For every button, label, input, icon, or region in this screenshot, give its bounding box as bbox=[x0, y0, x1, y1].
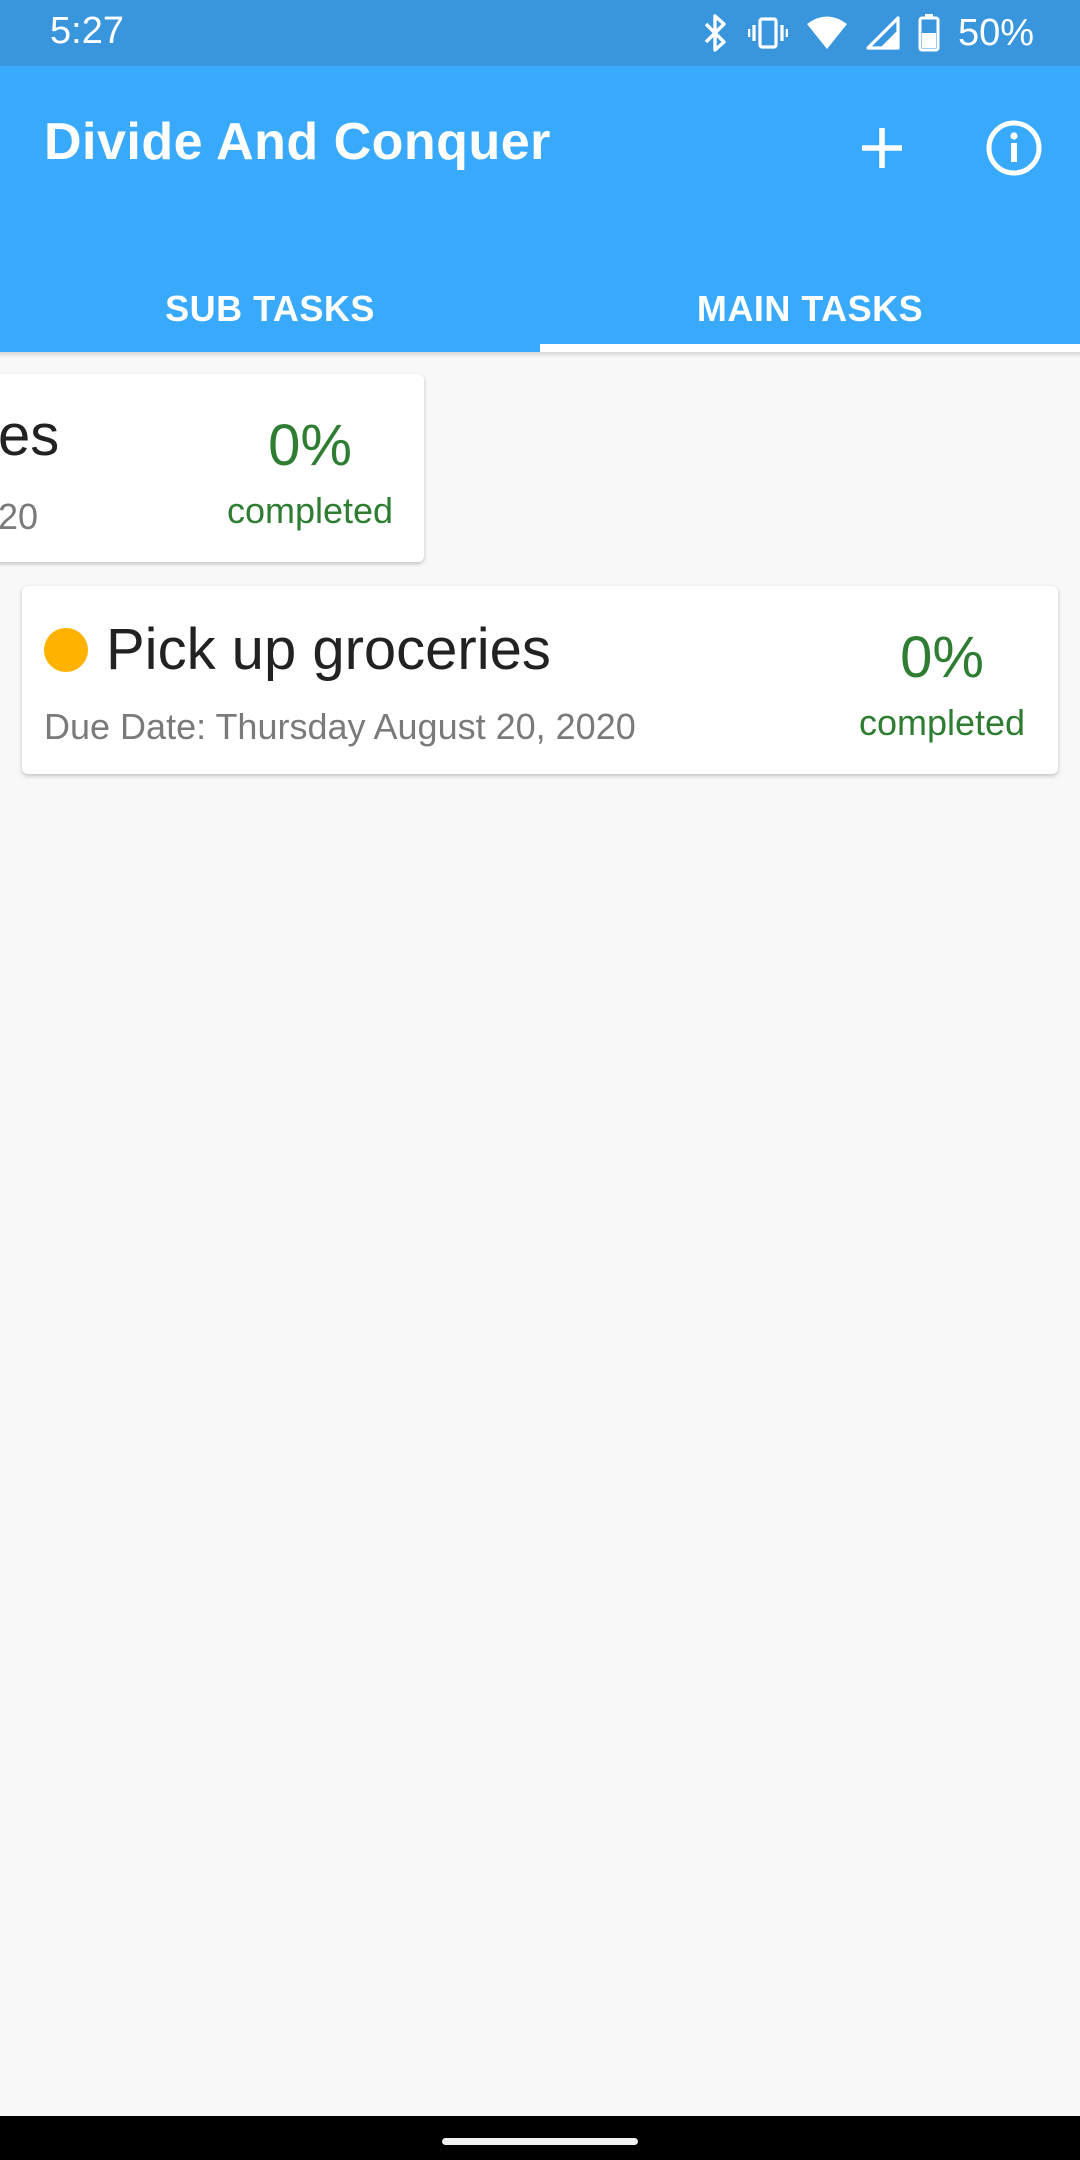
task-percent: 0% bbox=[268, 413, 352, 478]
add-button[interactable] bbox=[846, 112, 918, 184]
priority-dot-icon bbox=[44, 628, 88, 672]
task-title: es bbox=[0, 403, 60, 468]
tab-main-tasks[interactable]: MAIN TASKS bbox=[540, 264, 1080, 354]
bluetooth-icon bbox=[700, 13, 730, 53]
home-handle[interactable] bbox=[442, 2138, 638, 2145]
task-percent: 0% bbox=[900, 625, 984, 690]
wifi-icon bbox=[806, 15, 848, 51]
battery-icon bbox=[918, 14, 940, 52]
battery-percent: 50% bbox=[957, 11, 1034, 54]
info-button[interactable] bbox=[978, 112, 1050, 184]
add-icon bbox=[862, 128, 902, 168]
navigation-bar bbox=[0, 2116, 1080, 2160]
task-percent-label: completed bbox=[858, 702, 1026, 743]
task-due-date: Due Date: Thursday August 20, 2020 bbox=[44, 706, 636, 747]
status-bar: 5:27 50% bbox=[0, 0, 1080, 66]
app-screen: 5:27 50% Divide And Conquer SUB TASKS MA… bbox=[0, 0, 1080, 2160]
app-bar: Divide And Conquer SUB TASKS MAIN TASKS bbox=[0, 66, 1080, 352]
status-time: 5:27 bbox=[50, 10, 124, 52]
task-due-date: 20 bbox=[0, 496, 39, 537]
tab-selected-indicator bbox=[540, 344, 1080, 352]
info-icon bbox=[986, 120, 1042, 176]
cell-signal-icon bbox=[866, 16, 900, 50]
task-title: Pick up groceries bbox=[106, 617, 551, 682]
task-card-pick-up-groceries[interactable]: Pick up groceries Due Date: Thursday Aug… bbox=[22, 586, 1058, 774]
app-title: Divide And Conquer bbox=[44, 113, 551, 171]
tab-sub-tasks[interactable]: SUB TASKS bbox=[0, 264, 540, 354]
vibrate-icon bbox=[747, 13, 788, 53]
app-bar-shadow bbox=[0, 352, 1080, 358]
task-percent-label: completed bbox=[226, 490, 394, 531]
status-icons: 50% bbox=[700, 8, 1034, 58]
task-card[interactable]: es 20 0% completed bbox=[0, 374, 424, 562]
